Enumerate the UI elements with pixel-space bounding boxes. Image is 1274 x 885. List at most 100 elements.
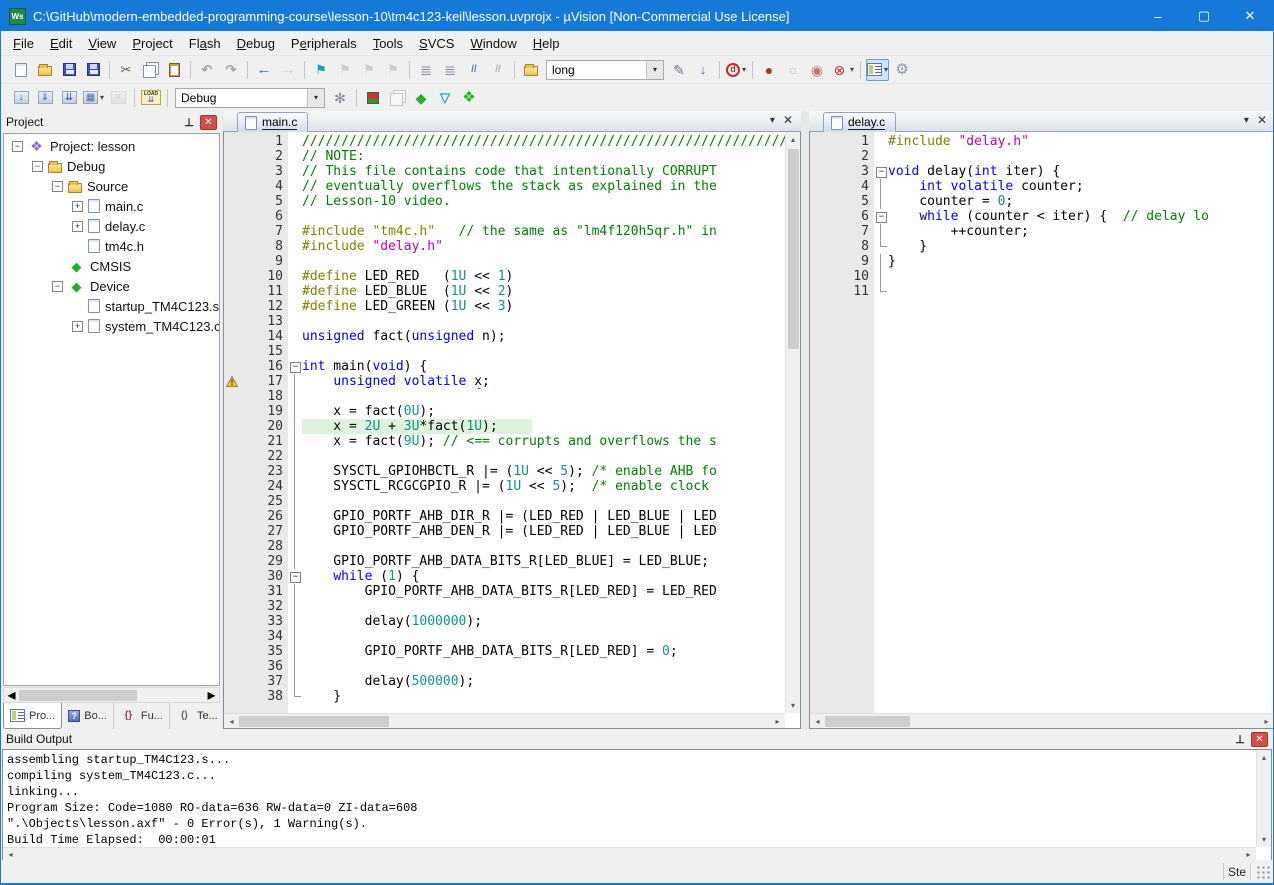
tab-close-icon[interactable]: ✕	[783, 113, 793, 127]
outdent-button[interactable]: ≣	[439, 59, 461, 81]
tree-item-cmsis[interactable]: ◆CMSIS	[4, 256, 219, 276]
scroll-right-icon[interactable]: ▸	[1241, 847, 1256, 862]
menu-help[interactable]: Help	[525, 33, 568, 54]
scroll-right-icon[interactable]: ▸	[204, 688, 219, 703]
menu-view[interactable]: View	[80, 33, 124, 54]
tree-item-debug[interactable]: −Debug	[4, 156, 219, 176]
code-line[interactable]: 12#define LED_GREEN (1U << 3)	[224, 299, 785, 314]
editor-splitter[interactable]	[801, 111, 809, 729]
cut-button[interactable]: ✂	[115, 59, 137, 81]
code-line[interactable]: 36	[224, 659, 785, 674]
window-layout-button[interactable]: ▾	[866, 59, 889, 81]
tree-item-project-lesson[interactable]: −❖Project: lesson	[4, 136, 219, 156]
load-button[interactable]	[140, 87, 162, 109]
menu-window[interactable]: Window	[462, 33, 524, 54]
panel-tab-fu[interactable]: {}Fu...	[114, 703, 170, 729]
code-line[interactable]: 35 GPIO_PORTF_AHB_DATA_BITS_R[LED_RED] =…	[224, 644, 785, 659]
scroll-right-icon[interactable]: ▸	[770, 714, 785, 729]
build-output-hscrollbar[interactable]: ◂ ▸	[3, 847, 1256, 860]
code-line[interactable]: 4 int volatile counter;	[810, 179, 1274, 194]
tree-expander[interactable]: −	[12, 141, 23, 152]
code-line[interactable]: 31 GPIO_PORTF_AHB_DATA_BITS_R[LED_RED] =…	[224, 584, 785, 599]
code-line[interactable]: 14unsigned fact(unsigned n);	[224, 329, 785, 344]
minimize-button[interactable]: –	[1135, 1, 1181, 31]
code-line[interactable]: 13	[224, 314, 785, 329]
code-line[interactable]: 7 ++counter;	[810, 224, 1274, 239]
incremental-search-button[interactable]: ↓	[692, 59, 714, 81]
code-line[interactable]: 16int main(void) {	[224, 359, 785, 374]
undo-button[interactable]: ↶	[196, 59, 218, 81]
code-line[interactable]: 30 while (1) {	[224, 569, 785, 584]
build-output-text[interactable]: assembling startup_TM4C123.s...compiling…	[7, 752, 1255, 846]
tree-item-delay-c[interactable]: +delay.c	[4, 216, 219, 236]
scrollbar-thumb[interactable]	[239, 716, 389, 727]
nav-back-button[interactable]: ←	[253, 59, 275, 81]
tree-item-startup-tm4c123-s-[interactable]: startup_TM4C123.s (	[4, 296, 219, 316]
code-area-right[interactable]: 1#include "delay.h"23void delay(int iter…	[810, 132, 1274, 713]
copy-pages-button[interactable]	[386, 87, 408, 109]
build-button[interactable]	[34, 87, 56, 109]
scroll-left-icon[interactable]: ◂	[4, 688, 19, 703]
code-line[interactable]: 4// eventually overflows the stack as ex…	[224, 179, 785, 194]
chevron-down-icon[interactable]: ▾	[307, 89, 324, 107]
tree-item-device[interactable]: −◆Device	[4, 276, 219, 296]
fold-marker[interactable]	[288, 359, 302, 374]
maximize-button[interactable]: ▢	[1181, 1, 1227, 31]
tab-list-dropdown-icon[interactable]: ▾	[770, 115, 775, 126]
comment-button[interactable]: //	[463, 59, 485, 81]
code-line[interactable]: 22	[224, 449, 785, 464]
breakpoint-toggle-all-button[interactable]: ◉	[806, 59, 828, 81]
code-line[interactable]: 11	[810, 284, 1274, 299]
code-line[interactable]: 17 unsigned volatile x;	[224, 374, 785, 389]
code-line[interactable]: 37 delay(500000);	[224, 674, 785, 689]
editor-main-hscrollbar[interactable]: ◂ ▸	[224, 713, 785, 728]
code-line[interactable]: 21 x = fact(9U); // <== corrupts and ove…	[224, 434, 785, 449]
tree-item-main-c[interactable]: +main.c	[4, 196, 219, 216]
panel-tab-pro[interactable]: Pro...	[3, 703, 62, 729]
scroll-up-icon[interactable]: ▴	[786, 132, 801, 147]
code-line[interactable]: 28	[224, 539, 785, 554]
funnel-button[interactable]: ▽	[434, 87, 456, 109]
build-output-close-button[interactable]: ✕	[1251, 732, 1268, 747]
target-select-combo[interactable]: Debug▾	[175, 88, 325, 108]
menu-tools[interactable]: Tools	[365, 33, 411, 54]
breakpoint-button[interactable]: ●	[758, 59, 780, 81]
code-line[interactable]: 7#include "tm4c.h" // the same as "lm4f1…	[224, 224, 785, 239]
wrench-button[interactable]: ⚙	[891, 59, 913, 81]
tree-item-tm4c-h[interactable]: tm4c.h	[4, 236, 219, 256]
open-folder-button[interactable]	[34, 59, 56, 81]
breakpoint-kill-all-button[interactable]: ⊗▾	[830, 59, 855, 81]
fold-marker[interactable]	[288, 569, 302, 584]
scrollbar-thumb[interactable]	[825, 716, 910, 727]
code-line[interactable]: 10	[810, 269, 1274, 284]
scroll-right-icon[interactable]: ▸	[1259, 714, 1274, 729]
nav-forward-button[interactable]: →	[277, 59, 299, 81]
tree-item-source[interactable]: −Source	[4, 176, 219, 196]
chevron-down-icon[interactable]: ▾	[646, 61, 663, 79]
bookmark-toggle-button[interactable]: ⚑	[310, 59, 332, 81]
resize-grip[interactable]	[1255, 864, 1271, 880]
code-line[interactable]: 20 x = 2U + 3U*fact(1U);	[224, 419, 785, 434]
editor-right-hscrollbar[interactable]: ◂ ▸	[810, 713, 1274, 728]
code-line[interactable]: 9	[224, 254, 785, 269]
new-file-button[interactable]	[10, 59, 32, 81]
code-line[interactable]: 38 }	[224, 689, 785, 704]
code-line[interactable]: 3// This file contains code that intenti…	[224, 164, 785, 179]
tree-expander[interactable]: −	[52, 181, 63, 192]
translate-button[interactable]	[10, 87, 32, 109]
code-line[interactable]: 26 GPIO_PORTF_AHB_DIR_R |= (LED_RED | LE…	[224, 509, 785, 524]
tree-expander[interactable]: −	[32, 161, 43, 172]
code-line[interactable]: 33 delay(1000000);	[224, 614, 785, 629]
pin-icon[interactable]: ⊥	[1232, 732, 1248, 747]
search-edit-button[interactable]: ✎	[668, 59, 690, 81]
code-line[interactable]: 32	[224, 599, 785, 614]
tab-list-dropdown-icon[interactable]: ▾	[1244, 115, 1249, 126]
debug-search-button[interactable]: d▾	[725, 59, 747, 81]
code-line[interactable]: 27 GPIO_PORTF_AHB_DEN_R |= (LED_RED | LE…	[224, 524, 785, 539]
code-line[interactable]: 8#include "delay.h"	[224, 239, 785, 254]
tab-delay-c[interactable]: delay.c	[823, 112, 896, 132]
fold-marker[interactable]	[874, 209, 888, 224]
menu-peripherals[interactable]: Peripherals	[283, 33, 365, 54]
batch-build-button[interactable]: ▾	[82, 87, 105, 109]
bookmark-prev-button[interactable]: ⚑	[334, 59, 356, 81]
